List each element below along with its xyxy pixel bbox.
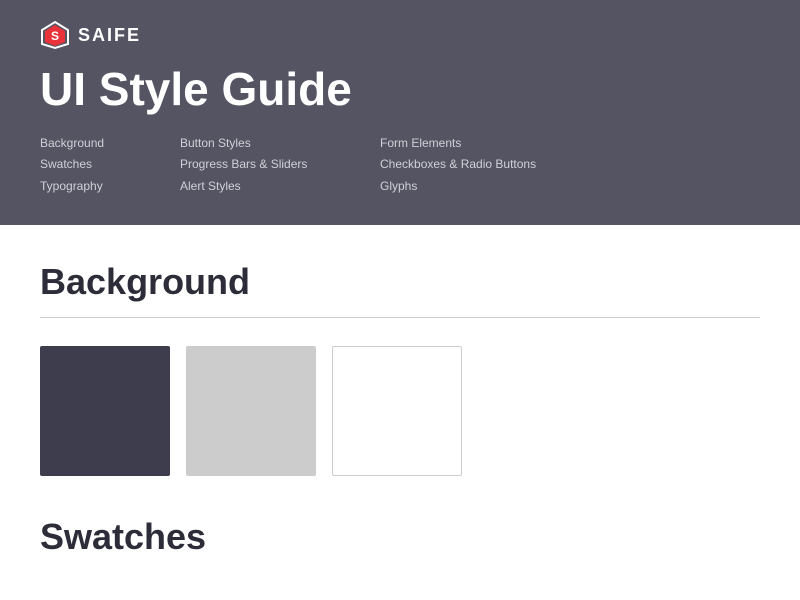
nav-item-progress-bars[interactable]: Progress Bars & Sliders [180, 154, 380, 176]
nav-item-button-styles[interactable]: Button Styles [180, 133, 380, 155]
background-section: Background [40, 261, 760, 476]
nav-item-checkboxes[interactable]: Checkboxes & Radio Buttons [380, 154, 660, 176]
nav-item-form-elements[interactable]: Form Elements [380, 133, 660, 155]
logo-text: SAIFE [78, 25, 141, 46]
nav-col-2: Button Styles Progress Bars & Sliders Al… [180, 133, 380, 198]
saife-logo-icon: S [40, 20, 70, 50]
swatches-section: Swatches [40, 516, 760, 558]
page-header: S SAIFE UI Style Guide Background Swatch… [0, 0, 800, 225]
background-section-title: Background [40, 261, 760, 303]
nav-item-swatches[interactable]: Swatches [40, 154, 180, 176]
background-divider [40, 317, 760, 318]
nav-col-3: Form Elements Checkboxes & Radio Buttons… [380, 133, 660, 198]
swatch-white [332, 346, 462, 476]
background-swatches-row [40, 346, 760, 476]
nav-item-background[interactable]: Background [40, 133, 180, 155]
swatch-dark [40, 346, 170, 476]
nav-links: Background Swatches Typography Button St… [40, 133, 760, 198]
nav-col-1: Background Swatches Typography [40, 133, 180, 198]
nav-item-typography[interactable]: Typography [40, 176, 180, 198]
svg-text:S: S [51, 29, 59, 43]
nav-item-alert-styles[interactable]: Alert Styles [180, 176, 380, 198]
swatch-light-gray [186, 346, 316, 476]
main-content: Background Swatches [0, 225, 800, 588]
logo-row: S SAIFE [40, 20, 760, 50]
swatches-section-title: Swatches [40, 516, 760, 558]
page-title: UI Style Guide [40, 64, 760, 115]
nav-item-glyphs[interactable]: Glyphs [380, 176, 660, 198]
